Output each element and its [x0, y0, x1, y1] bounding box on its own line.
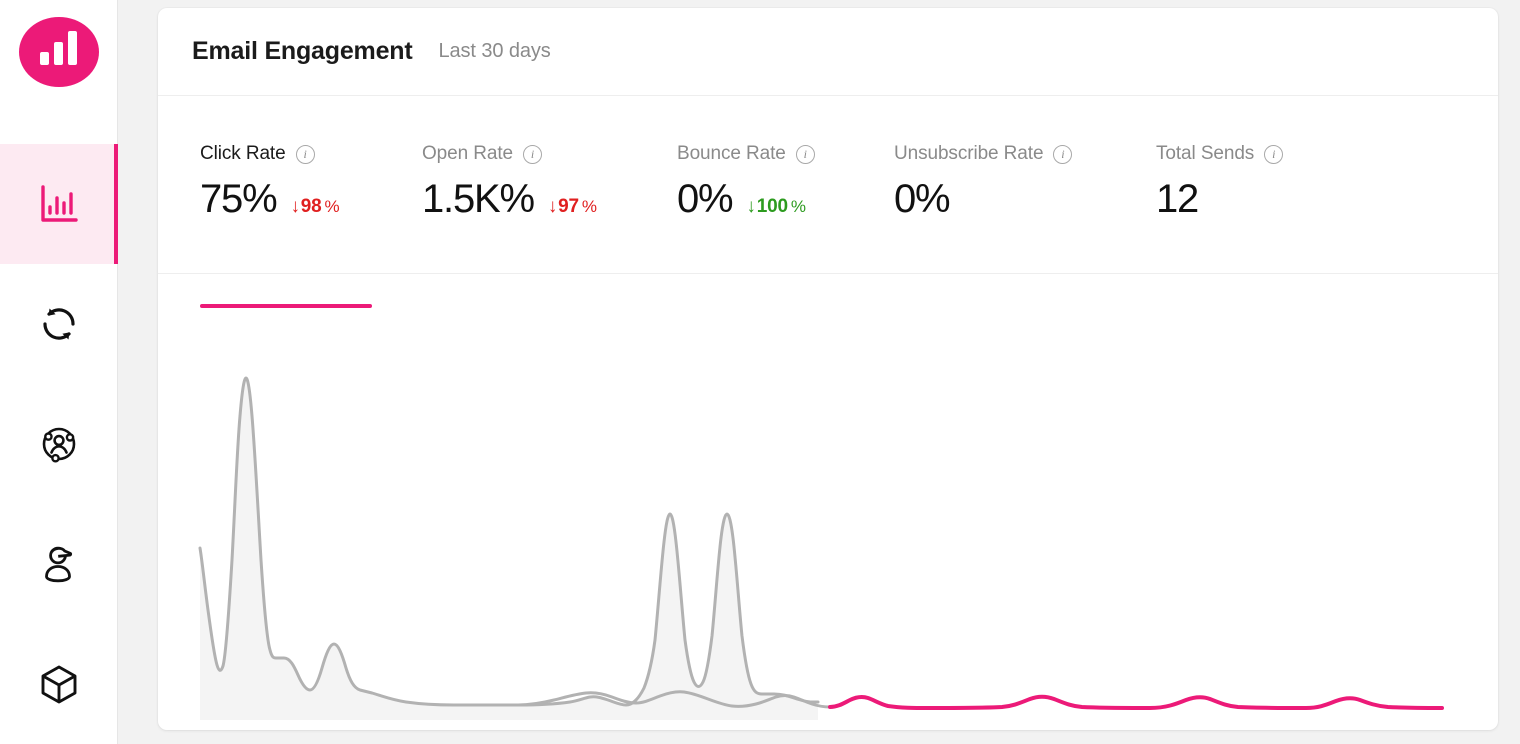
date-range-label: Last 30 days	[438, 40, 551, 62]
info-icon[interactable]: i	[523, 144, 542, 164]
metric-delta-unit: %	[790, 197, 806, 216]
metric-delta-value: 100	[756, 196, 788, 217]
engagement-chart-svg	[198, 376, 1444, 720]
metric-label-text: Bounce Rate	[677, 143, 786, 164]
sync-refresh-icon	[35, 300, 83, 348]
arrow-down-icon: ↓	[746, 196, 756, 217]
cube-box-icon	[35, 660, 83, 708]
sidebar-item-automations[interactable]	[0, 264, 118, 384]
logo-bar-large	[68, 31, 77, 65]
engagement-chart[interactable]	[158, 274, 1498, 730]
metric-label: Bounce Rate i	[677, 143, 864, 165]
metric-label: Unsubscribe Rate i	[894, 143, 1126, 165]
metric-value: 0%	[894, 177, 951, 221]
metric-value-row: 12	[1156, 179, 1326, 219]
chart-line-current	[828, 694, 1444, 710]
metric-value: 1.5K%	[422, 177, 535, 221]
metric-value-row: 1.5K% ↓97%	[422, 179, 647, 219]
person-cap-icon	[35, 540, 83, 588]
metrics-row: Click Rate i 75% ↓98% Open Rate i 1.5K% …	[158, 96, 1498, 308]
metric-label: Total Sends i	[1156, 143, 1326, 165]
metric-delta-value: 98	[300, 196, 322, 217]
analytics-logo[interactable]	[18, 17, 99, 87]
logo-bar-small	[40, 52, 49, 65]
sidebar-nav-list	[0, 144, 118, 744]
metric-open-rate[interactable]: Open Rate i 1.5K% ↓97%	[422, 143, 677, 274]
main-content: Email Engagement Last 30 days Click Rate…	[118, 0, 1520, 744]
metric-delta-unit: %	[581, 197, 597, 216]
info-icon[interactable]: i	[295, 144, 315, 164]
sidebar	[0, 0, 118, 744]
metric-label-text: Open Rate	[422, 143, 513, 164]
info-icon[interactable]: i	[1264, 144, 1284, 164]
metric-value: 0%	[677, 177, 734, 221]
metric-value-row: 75% ↓98%	[200, 179, 392, 219]
metric-value: 75%	[200, 177, 278, 221]
chart-area-fill	[200, 378, 818, 720]
metric-bounce-rate[interactable]: Bounce Rate i 0% ↓100%	[677, 143, 894, 274]
page-title: Email Engagement	[192, 37, 413, 65]
metric-delta: ↓100%	[746, 196, 806, 217]
metric-value-row: 0% ↓100%	[677, 179, 864, 219]
sidebar-item-contacts[interactable]	[0, 384, 118, 504]
metric-label-text: Click Rate	[200, 143, 286, 164]
metric-value-row: 0%	[894, 179, 1126, 219]
metric-delta-value: 97	[558, 196, 579, 217]
sidebar-item-dashboard[interactable]	[0, 144, 118, 264]
logo-bar-medium	[54, 42, 63, 65]
contact-network-icon	[35, 420, 83, 468]
metric-unsubscribe-rate[interactable]: Unsubscribe Rate i 0%	[894, 143, 1156, 274]
sidebar-item-audience[interactable]	[0, 504, 118, 624]
metric-label-text: Total Sends	[1156, 143, 1255, 164]
arrow-down-icon: ↓	[290, 196, 300, 217]
bar-chart-icon	[36, 181, 82, 227]
metric-click-rate[interactable]: Click Rate i 75% ↓98%	[200, 143, 422, 308]
metric-delta: ↓97%	[548, 197, 597, 216]
metric-delta: ↓98%	[290, 197, 339, 216]
arrow-down-icon: ↓	[547, 196, 558, 217]
info-icon[interactable]: i	[1053, 144, 1073, 164]
metric-delta-unit: %	[324, 197, 340, 216]
metric-total-sends[interactable]: Total Sends i 12	[1156, 143, 1356, 274]
metric-label: Open Rate i	[422, 143, 647, 165]
info-icon[interactable]: i	[795, 144, 815, 164]
app-root: Email Engagement Last 30 days Click Rate…	[0, 0, 1520, 744]
metric-label-text: Unsubscribe Rate	[894, 143, 1044, 164]
sidebar-item-products[interactable]	[0, 624, 118, 744]
metric-label: Click Rate i	[200, 143, 392, 165]
email-engagement-card: Email Engagement Last 30 days Click Rate…	[158, 8, 1498, 730]
metric-value: 12	[1156, 177, 1199, 221]
card-header: Email Engagement Last 30 days	[158, 8, 1498, 96]
